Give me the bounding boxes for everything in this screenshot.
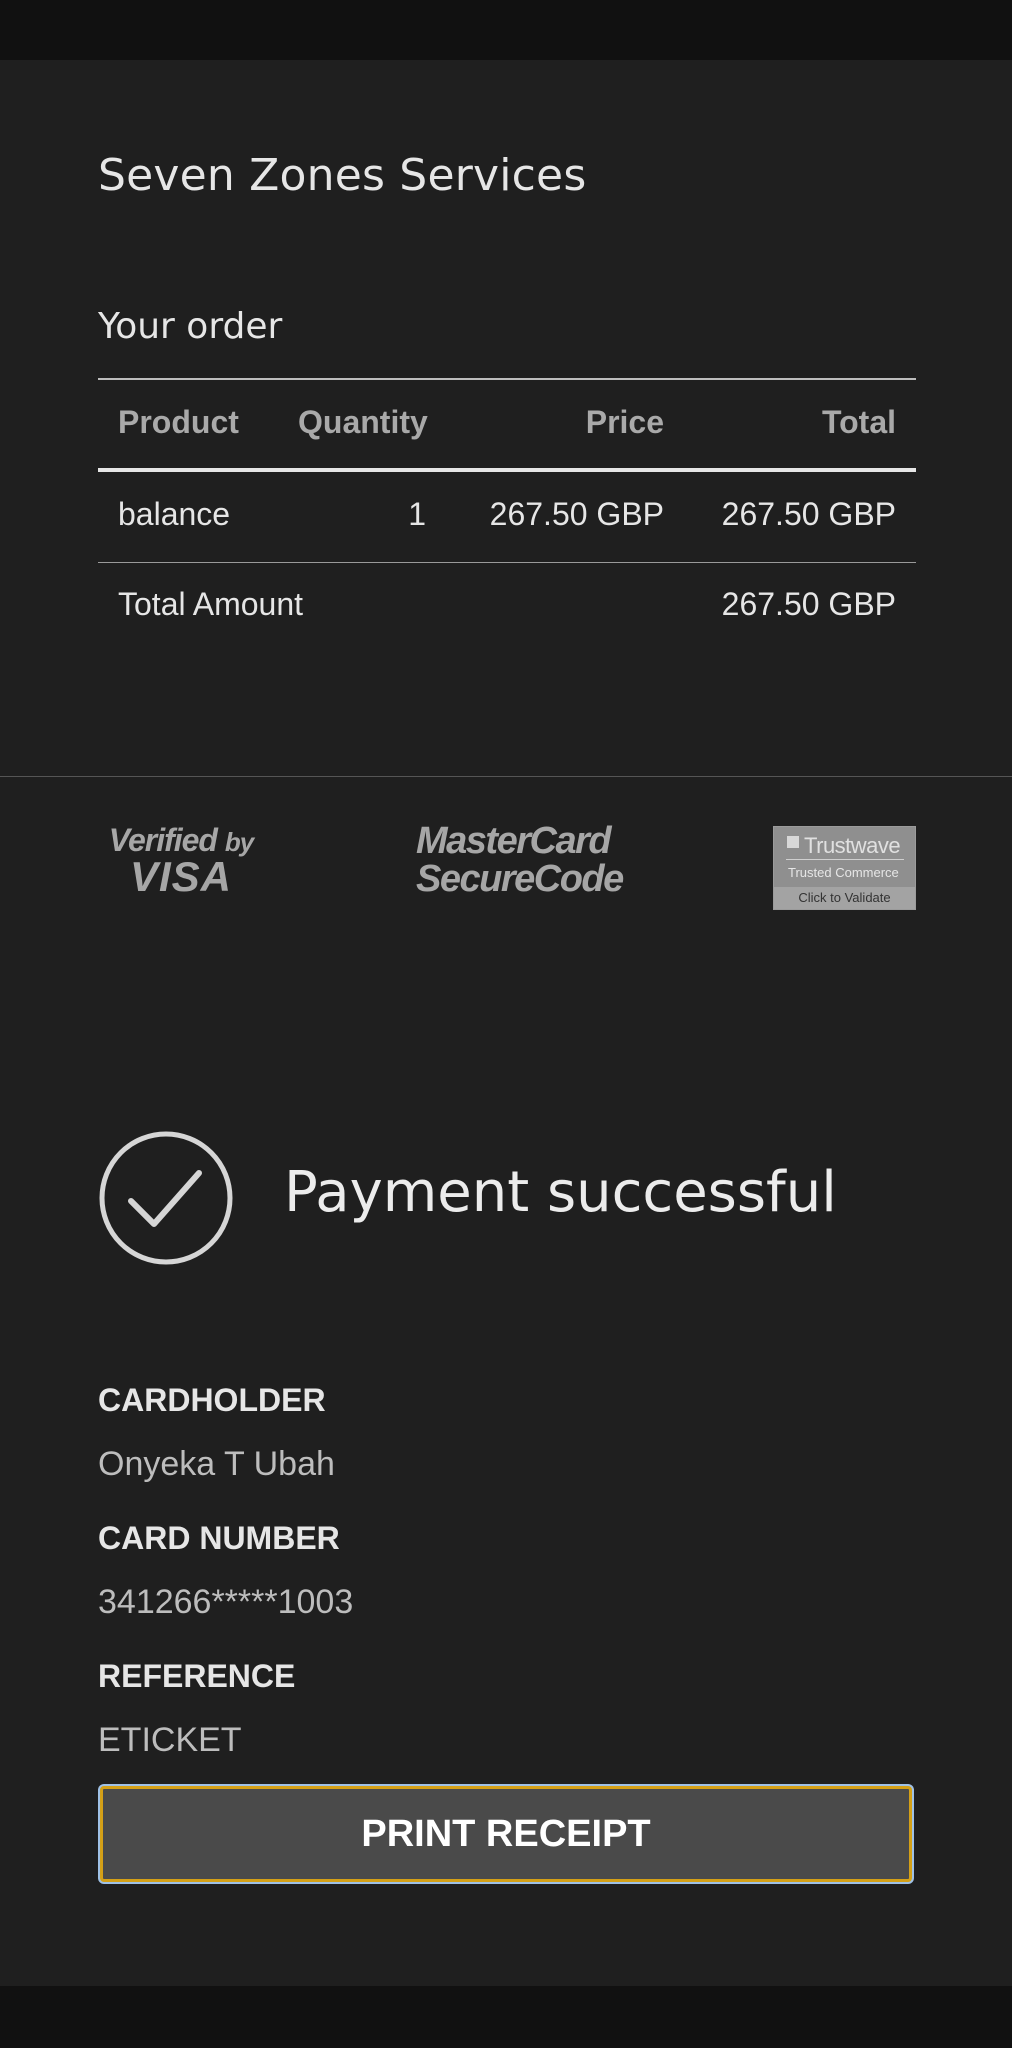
- table-top-rule: [98, 378, 916, 380]
- header-rule: [98, 468, 916, 472]
- navigation-bar: [0, 1986, 1012, 2048]
- total-amount-value: 267.50 GBP: [721, 586, 896, 622]
- verified-by-visa-logo: Verified by VISA: [108, 822, 254, 900]
- cardholder-value: Onyeka T Ubah: [98, 1445, 335, 1483]
- row-product: balance: [118, 496, 231, 532]
- trustwave-icon: [787, 836, 799, 848]
- payment-status-message: Payment successful: [284, 1160, 837, 1225]
- column-header-price: Price: [585, 404, 664, 440]
- status-bar: [0, 0, 1012, 60]
- trustwave-seal[interactable]: Trustwave Trusted Commerce Click to Vali…: [773, 826, 916, 910]
- mastercard-securecode-logo: MasterCard SecureCode: [416, 820, 624, 900]
- total-amount-label: Total Amount: [118, 586, 303, 622]
- cardholder-label: CARDHOLDER: [98, 1382, 326, 1418]
- card-number-label: CARD NUMBER: [98, 1520, 340, 1556]
- row-quantity: 1: [408, 496, 426, 532]
- column-header-product: Product: [118, 404, 239, 440]
- payment-page: [0, 60, 1012, 1986]
- column-header-quantity: Quantity: [298, 404, 428, 440]
- checkmark-circle-icon: [99, 1131, 233, 1265]
- column-header-total: Total: [821, 404, 896, 440]
- order-heading: Your order: [98, 306, 283, 347]
- merchant-name: Seven Zones Services: [98, 150, 587, 201]
- print-receipt-button[interactable]: PRINT RECEIPT: [100, 1786, 912, 1882]
- reference-value: ETICKET: [98, 1721, 242, 1759]
- reference-label: REFERENCE: [98, 1658, 296, 1694]
- click-to-validate[interactable]: Click to Validate: [774, 887, 915, 909]
- row-rule: [98, 562, 916, 563]
- row-price: 267.50 GBP: [489, 496, 664, 532]
- row-total: 267.50 GBP: [721, 496, 896, 532]
- section-divider: [0, 776, 1012, 777]
- card-number-value: 341266*****1003: [98, 1583, 354, 1621]
